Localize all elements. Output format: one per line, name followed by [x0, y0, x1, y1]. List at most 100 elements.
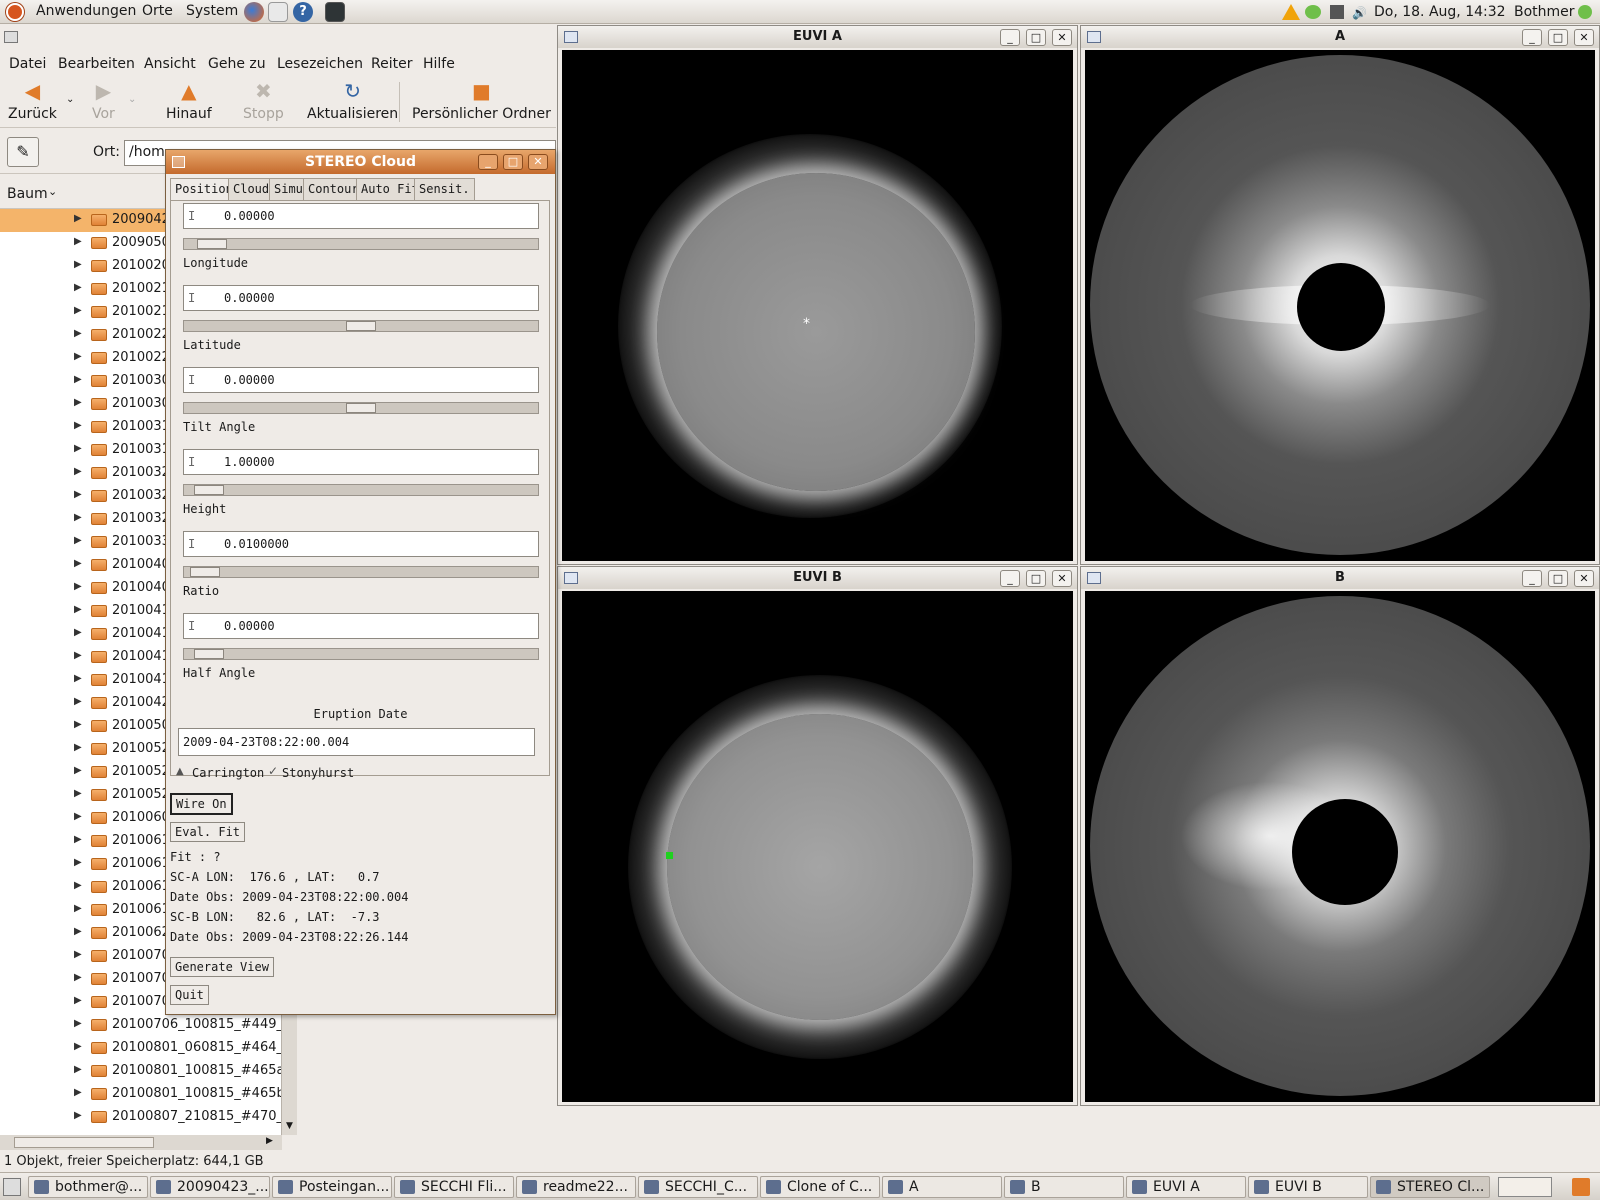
up-button[interactable]: ▲ Hinauf — [166, 80, 212, 122]
minimize-icon[interactable]: _ — [1000, 570, 1020, 587]
close-icon[interactable]: ✕ — [528, 154, 548, 170]
expander-icon[interactable]: ▶ — [74, 788, 82, 799]
help-icon[interactable]: ? — [293, 2, 313, 22]
value-input[interactable]: I 1.00000 — [183, 449, 539, 475]
slider-thumb[interactable] — [346, 321, 376, 331]
value-input[interactable]: I 0.0100000 — [183, 531, 539, 557]
expander-icon[interactable]: ▶ — [74, 811, 82, 822]
cor-b-image[interactable] — [1085, 591, 1595, 1102]
tree-item[interactable]: ▶ 20100807_210815_#470_ — [0, 1106, 281, 1129]
slider-thumb[interactable] — [194, 485, 224, 495]
back-button[interactable]: ◀ Zurück — [8, 80, 57, 122]
expander-icon[interactable]: ▶ — [74, 995, 82, 1006]
home-button[interactable]: ■ Persönlicher Ordner — [412, 80, 551, 122]
taskbar-button[interactable]: bothmer@... — [28, 1176, 148, 1198]
minimize-icon[interactable]: _ — [1522, 29, 1542, 46]
terminal-icon[interactable] — [325, 2, 345, 22]
window-menu-icon[interactable] — [4, 31, 18, 43]
minimize-icon[interactable]: _ — [1522, 570, 1542, 587]
value-input[interactable]: I 0.00000 — [183, 367, 539, 393]
taskbar-button[interactable]: SECCHI Fli... — [394, 1176, 514, 1198]
expander-icon[interactable]: ▶ — [74, 374, 82, 385]
back-history-dropdown-icon[interactable]: ⌄ — [66, 94, 74, 105]
maximize-icon[interactable]: □ — [503, 154, 523, 170]
expander-icon[interactable]: ▶ — [74, 420, 82, 431]
warning-icon[interactable] — [1282, 4, 1300, 20]
tree-item[interactable]: ▶ 20100706_100815_#449_ — [0, 1014, 281, 1037]
taskbar-button[interactable]: A — [882, 1176, 1002, 1198]
quit-button[interactable]: Quit — [170, 985, 209, 1005]
tab-sensit[interactable]: Sensit. — [414, 178, 475, 200]
tree-item[interactable]: ▶ 20100801_100815_#465a — [0, 1060, 281, 1083]
expander-icon[interactable]: ▶ — [74, 328, 82, 339]
expander-icon[interactable]: ▶ — [74, 466, 82, 477]
expander-icon[interactable]: ▶ — [74, 972, 82, 983]
menu-gehe-zu[interactable]: Gehe zu — [208, 56, 266, 72]
update-icon[interactable] — [1305, 5, 1321, 19]
maximize-icon[interactable]: □ — [1548, 570, 1568, 587]
expander-icon[interactable]: ▶ — [74, 558, 82, 569]
taskbar-button[interactable]: 20090423_... — [150, 1176, 270, 1198]
radio-stonyhurst-icon[interactable]: ✓ — [268, 764, 278, 778]
expander-icon[interactable]: ▶ — [74, 673, 82, 684]
taskbar-button[interactable]: readme22... — [516, 1176, 636, 1198]
menu-datei[interactable]: Datei — [9, 56, 46, 72]
minimize-icon[interactable]: _ — [1000, 29, 1020, 46]
menu-hilfe[interactable]: Hilfe — [423, 56, 455, 72]
expander-icon[interactable]: ▶ — [74, 397, 82, 408]
close-icon[interactable]: ✕ — [1574, 570, 1594, 587]
menu-bearbeiten[interactable]: Bearbeiten — [58, 56, 135, 72]
expander-icon[interactable]: ▶ — [74, 834, 82, 845]
value-slider[interactable] — [183, 484, 539, 496]
expander-icon[interactable]: ▶ — [74, 627, 82, 638]
expander-icon[interactable]: ▶ — [74, 857, 82, 868]
expander-icon[interactable]: ▶ — [74, 351, 82, 362]
value-slider[interactable] — [183, 320, 539, 332]
expander-icon[interactable]: ▶ — [74, 742, 82, 753]
eruption-date-input[interactable]: 2009-04-23T08:22:00.004 — [178, 728, 535, 756]
slider-thumb[interactable] — [197, 239, 227, 249]
network-icon[interactable] — [1330, 5, 1344, 19]
expander-icon[interactable]: ▶ — [74, 719, 82, 730]
value-slider[interactable] — [183, 566, 539, 578]
expander-icon[interactable]: ▶ — [74, 305, 82, 316]
expander-icon[interactable]: ▶ — [74, 535, 82, 546]
edit-location-icon[interactable]: ✎ — [7, 137, 39, 167]
expander-icon[interactable]: ▶ — [74, 282, 82, 293]
expander-icon[interactable]: ▶ — [74, 443, 82, 454]
tree-item[interactable]: ▶ 20100801_100815_#465b — [0, 1083, 281, 1106]
expander-icon[interactable]: ▶ — [74, 949, 82, 960]
volume-icon[interactable]: 🔊 — [1352, 6, 1367, 20]
stop-button[interactable]: ✖ Stopp — [243, 80, 284, 122]
expander-icon[interactable]: ▶ — [74, 512, 82, 523]
show-desktop-icon[interactable] — [3, 1178, 21, 1196]
value-input[interactable]: I 0.00000 — [183, 613, 539, 639]
slider-thumb[interactable] — [194, 649, 224, 659]
taskbar-button[interactable]: EUVI B — [1248, 1176, 1368, 1198]
expander-icon[interactable]: ▶ — [74, 1041, 82, 1052]
slider-thumb[interactable] — [190, 567, 220, 577]
value-input[interactable]: I 0.00000 — [183, 285, 539, 311]
tab-cloud[interactable]: Cloud — [228, 178, 275, 200]
workspace-switcher[interactable] — [1498, 1177, 1552, 1197]
taskbar-button[interactable]: STEREO Cl... — [1370, 1176, 1490, 1198]
expander-icon[interactable]: ▶ — [74, 236, 82, 247]
slider-thumb[interactable] — [346, 403, 376, 413]
expander-icon[interactable]: ▶ — [74, 880, 82, 891]
tree-horizontal-scrollbar[interactable]: ▶ — [0, 1135, 282, 1150]
expander-icon[interactable]: ▶ — [74, 604, 82, 615]
expander-icon[interactable]: ▶ — [74, 489, 82, 500]
taskbar-button[interactable]: B — [1004, 1176, 1124, 1198]
radio-carrington-label[interactable]: Carrington — [192, 766, 264, 780]
taskbar-button[interactable]: EUVI A — [1126, 1176, 1246, 1198]
eval-fit-button[interactable]: Eval. Fit — [170, 822, 246, 842]
expander-icon[interactable]: ▶ — [74, 903, 82, 914]
expander-icon[interactable]: ▶ — [74, 1018, 82, 1029]
tab-contour[interactable]: Contour — [303, 178, 364, 200]
value-slider[interactable] — [183, 648, 539, 660]
window-menu-icon[interactable] — [1087, 572, 1101, 584]
taskbar-button[interactable]: Posteingan... — [272, 1176, 392, 1198]
menu-reiter[interactable]: Reiter — [371, 56, 412, 72]
taskbar-button[interactable]: SECCHI_C... — [638, 1176, 758, 1198]
menu-ansicht[interactable]: Ansicht — [144, 56, 196, 72]
